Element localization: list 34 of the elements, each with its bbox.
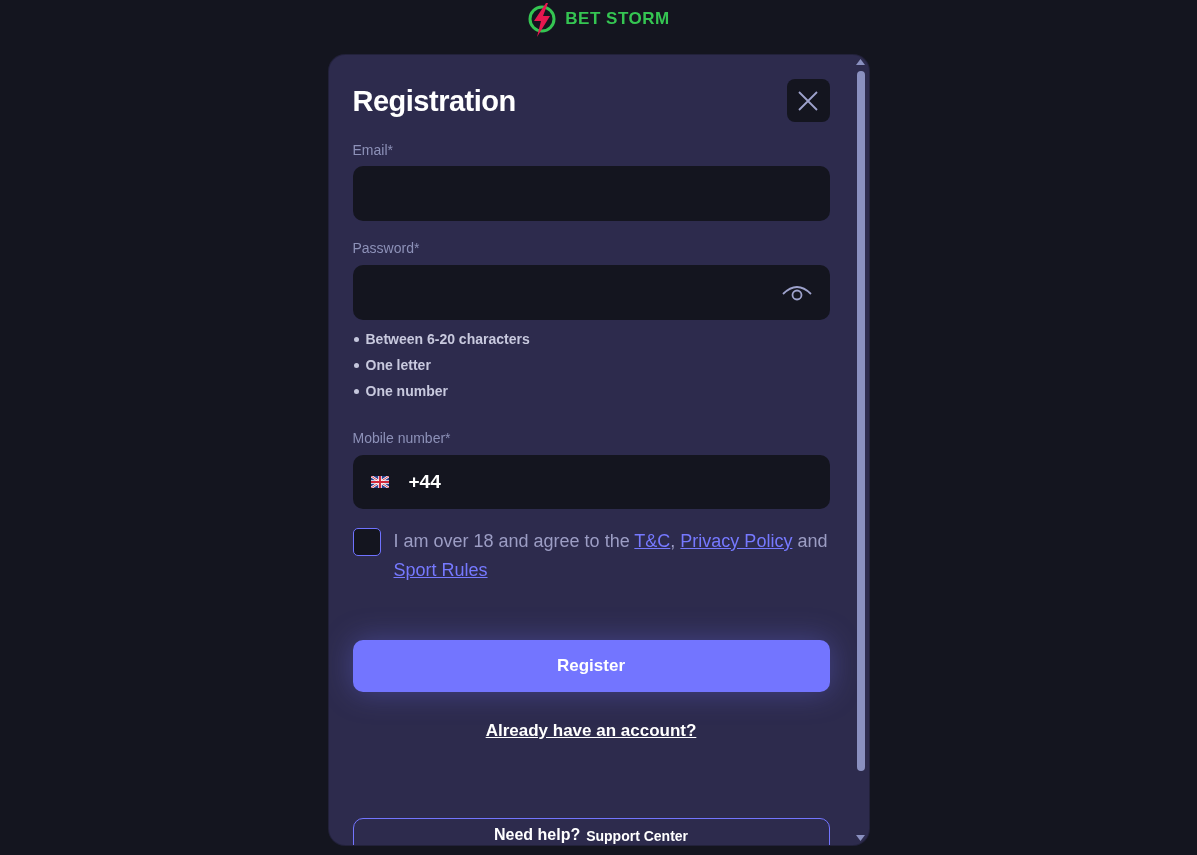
bullet-icon [353,362,359,368]
dial-code: +44 [408,470,441,494]
password-rule: Between 6-20 characters [365,330,530,349]
register-button[interactable]: Register [352,640,830,692]
close-button[interactable] [786,79,830,122]
close-icon [798,90,818,111]
logo-text: BET STORM [565,8,670,30]
scroll-up-arrow-icon[interactable] [856,59,865,65]
modal-title: Registration [352,83,516,119]
scroll-down-arrow-icon[interactable] [856,835,865,841]
scrollbar-thumb[interactable] [856,71,865,771]
eye-icon[interactable] [781,284,812,301]
policy-link[interactable]: T&C [634,531,671,551]
phone-field[interactable]: +44 [352,455,830,509]
lightning-bolt-logo-icon [527,2,558,38]
support-center-link[interactable]: Support Center [586,826,689,845]
scrollbar[interactable] [855,59,866,841]
field-label: Mobile number* [352,429,452,448]
login-link[interactable]: Already have an account? [485,719,697,743]
policy-link[interactable]: Privacy Policy [680,531,793,551]
help-box[interactable]: Need help? Support Center [352,818,830,845]
email-field[interactable] [352,166,830,221]
agreement-text: I am over 18 and agree to the T&C, Privacy Policy and Sport Rules [393,530,829,582]
bullet-icon [353,336,359,342]
field-label: Password* [352,239,421,258]
bullet-icon [353,388,359,394]
policy-link[interactable]: Sport Rules [393,560,488,580]
password-rule: One letter [365,356,431,375]
agreement-checkbox[interactable] [352,528,381,556]
field-label: Email* [352,141,394,160]
help-title: Need help? [493,825,581,845]
password-field[interactable] [352,265,830,320]
password-rule: One number [365,382,448,401]
uk-flag-icon [370,476,389,488]
